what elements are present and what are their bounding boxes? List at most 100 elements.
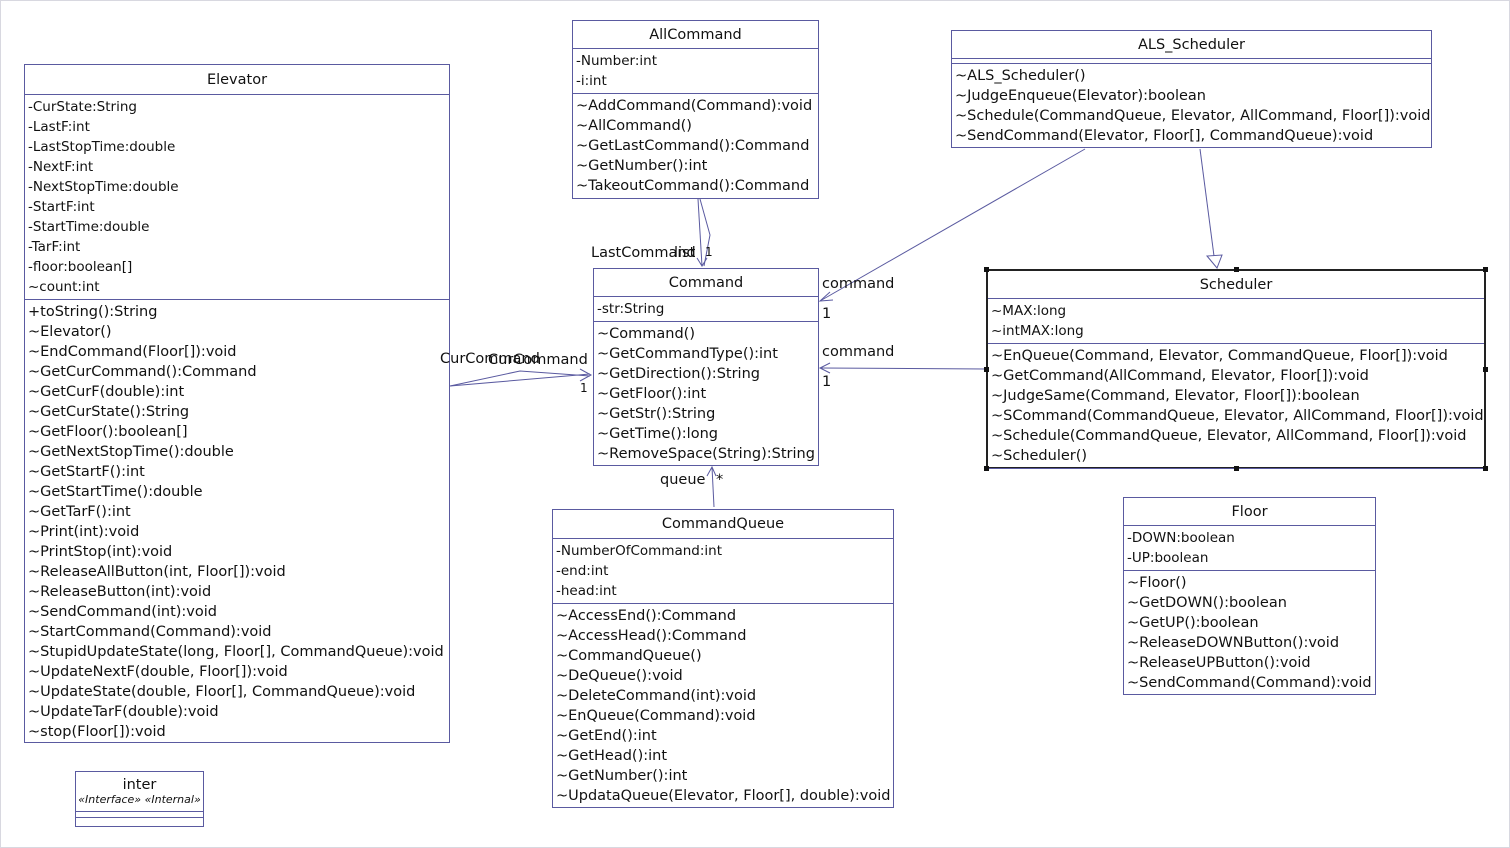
class-allcommand[interactable]: AllCommand -Number:int -i:int ~AddCommand(C… — [572, 20, 819, 199]
class-name: ALS_Scheduler — [1137, 36, 1246, 53]
method: ~GetFloor():int — [597, 386, 707, 402]
method: ~GetNumber():int — [556, 768, 688, 784]
method: ~DeleteCommand(int):void — [556, 688, 757, 704]
method: ~ReleaseUPButton():void — [1127, 655, 1311, 671]
method: ~GetTarF():int — [28, 504, 131, 520]
resize-handle[interactable] — [1234, 466, 1239, 471]
method: ~JudgeEnqueue(Elevator):boolean — [955, 88, 1206, 104]
method: ~GetHead():int — [556, 748, 668, 764]
class-name: CommandQueue — [661, 516, 785, 532]
class-inter[interactable]: inter «Interface» «Internal» — [75, 771, 204, 827]
class-title: ALS_Scheduler — [952, 31, 1431, 59]
method: ~TakeoutCommand():Command — [576, 178, 810, 194]
method: ~Schedule(CommandQueue, Elevator, AllCom… — [955, 108, 1431, 124]
attribute: -StartF:int — [28, 199, 95, 215]
resize-handle[interactable] — [1234, 267, 1239, 272]
class-commandqueue[interactable]: CommandQueue -NumberOfCommand:int -end:int… — [552, 509, 894, 808]
class-title: inter «Interface» «Internal» — [76, 772, 203, 812]
method: ~Scheduler() — [991, 448, 1088, 464]
methods-section: +toString():String ~Elevator() ~EndCommand… — [25, 300, 449, 744]
association-commandqueue-command — [711, 466, 715, 508]
association-scheduler-command — [819, 367, 987, 370]
method: +toString():String — [28, 304, 158, 320]
class-elevator[interactable]: Elevator -CurState:String -LastF:int -LastS… — [24, 64, 450, 743]
method: ~GetEnd():int — [556, 728, 657, 744]
method: ~CommandQueue() — [556, 648, 702, 664]
assoc-label-curcommand-2: CurCommand — [488, 352, 588, 368]
class-als[interactable]: ALS_Scheduler ~ALS_Scheduler() ~JudgeEnque… — [951, 30, 1432, 148]
arrowhead — [706, 465, 717, 477]
class-name: inter — [122, 777, 157, 793]
attribute: ~MAX:long — [991, 303, 1067, 319]
class-scheduler[interactable]: Scheduler ~MAX:long ~intMAX:long ~EnQueue(C… — [984, 267, 1488, 471]
class-name: Floor — [1231, 503, 1268, 520]
method: ~Elevator() — [28, 324, 112, 340]
class-stereotype: «Interface» «Internal» — [78, 793, 201, 806]
method: ~StartCommand(Command):void — [28, 624, 272, 640]
attribute: -NextStopTime:double — [28, 179, 179, 195]
attributes-section: -CurState:String -LastF:int -LastStopTime:… — [25, 95, 449, 300]
method: ~UpdateState(double, Floor[], CommandQue… — [28, 684, 416, 700]
class-title: CommandQueue — [553, 510, 893, 539]
method: ~EnQueue(Command):void — [556, 708, 756, 724]
attributes-section: -NumberOfCommand:int -end:int -head:int — [553, 539, 893, 604]
method: ~UpdateTarF(double):void — [28, 704, 219, 720]
method: ~Schedule(CommandQueue, Elevator, AllCom… — [991, 428, 1467, 444]
class-title: Scheduler — [988, 271, 1484, 299]
method: ~GetCurCommand():Command — [28, 364, 257, 380]
assoc-mult: 1 — [705, 245, 713, 259]
resize-handle[interactable] — [1483, 367, 1488, 372]
attributes-section: -Number:int -i:int — [573, 49, 818, 94]
method: ~PrintStop(int):void — [28, 544, 173, 560]
method: ~ReleaseButton(int):void — [28, 584, 212, 600]
assoc-mult: 1 — [580, 381, 588, 395]
class-title: Floor — [1124, 498, 1375, 526]
methods-section: ~Floor() ~GetDOWN():boolean ~GetUP():boole… — [1124, 571, 1375, 695]
attribute: -Number:int — [576, 53, 658, 69]
method: ~GetUP():boolean — [1127, 615, 1259, 631]
attribute: -LastF:int — [28, 119, 90, 135]
class-name: Scheduler — [1199, 276, 1273, 293]
attribute: -StartTime:double — [28, 219, 150, 235]
class-name: Command — [668, 274, 744, 291]
resize-handle[interactable] — [984, 367, 989, 372]
assoc-label-command-2: command — [822, 344, 895, 360]
method: ~GetStartTime():double — [28, 484, 203, 500]
class-command[interactable]: Command -str:String ~Command() ~GetCommandT… — [593, 268, 819, 466]
attribute: -DOWN:boolean — [1127, 530, 1235, 546]
method: ~EnQueue(Command, Elevator, CommandQueue… — [991, 348, 1448, 364]
method: ~GetCurF(double):int — [28, 384, 185, 400]
methods-section: ~AddCommand(Command):void ~AllCommand() ~G… — [573, 94, 818, 198]
resize-handle[interactable] — [984, 267, 989, 272]
arrowhead — [818, 291, 834, 302]
method: ~RemoveSpace(String):String — [597, 446, 815, 462]
method: ~ReleaseAllButton(int, Floor[]):void — [28, 564, 286, 580]
method: ~GetStr():String — [597, 406, 716, 422]
method: ~ReleaseDOWNButton():void — [1127, 635, 1340, 651]
method: ~UpdateNextF(double, Floor[]):void — [28, 664, 288, 680]
assoc-label-list: list — [674, 245, 696, 261]
assoc-label-command: command — [822, 276, 895, 292]
class-floor[interactable]: Floor -DOWN:boolean -UP:boolean ~Floor() ~Ge… — [1123, 497, 1376, 695]
method: ~GetNumber():int — [576, 158, 708, 174]
assoc-label-queue: queue — [660, 472, 706, 488]
methods-section: ~AccessEnd():Command ~AccessHead():Comman… — [553, 604, 893, 808]
method: ~AccessEnd():Command — [556, 608, 737, 624]
generalization-arrowhead — [1205, 254, 1223, 269]
method: ~ALS_Scheduler() — [955, 68, 1086, 84]
method: ~GetDOWN():boolean — [1127, 595, 1287, 611]
resize-handle[interactable] — [1483, 267, 1488, 272]
resize-handle[interactable] — [984, 466, 989, 471]
attribute: -floor:boolean[] — [28, 259, 133, 275]
methods-section: ~Command() ~GetCommandType():int ~GetDirec… — [594, 322, 818, 466]
method: ~GetStartF():int — [28, 464, 145, 480]
method: ~EndCommand(Floor[]):void — [28, 344, 237, 360]
attribute: ~count:int — [28, 279, 100, 295]
method: ~GetCommand(AllCommand, Elevator, Floor[… — [991, 368, 1369, 384]
method: ~GetDirection():String — [597, 366, 760, 382]
resize-handle[interactable] — [1483, 466, 1488, 471]
generalization-als-scheduler — [1199, 148, 1215, 257]
attribute: -UP:boolean — [1127, 550, 1209, 566]
methods-section: ~EnQueue(Command, Elevator, CommandQueue… — [988, 344, 1484, 469]
association-elevator-command-2 — [449, 373, 591, 387]
